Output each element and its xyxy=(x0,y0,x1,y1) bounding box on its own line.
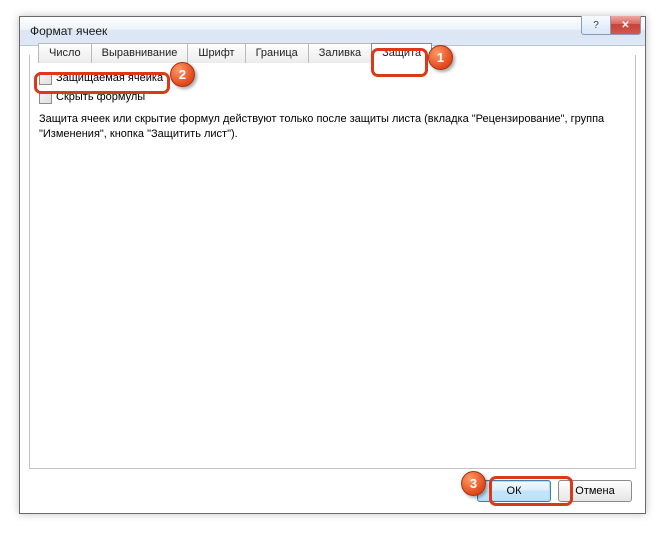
tab-border[interactable]: Граница xyxy=(245,43,309,63)
tabstrip: Число Выравнивание Шрифт Граница Заливка… xyxy=(38,43,431,63)
dialog-window: Формат ячеек ? ✕ Число Выравнивание Шриф… xyxy=(19,16,646,514)
help-icon: ? xyxy=(593,20,599,31)
tab-font[interactable]: Шрифт xyxy=(187,43,245,63)
protection-description: Защита ячеек или скрытие формул действую… xyxy=(39,112,609,142)
tab-label: Заливка xyxy=(319,47,361,59)
hidden-checkbox[interactable] xyxy=(39,91,52,104)
hidden-label: Скрыть формулы xyxy=(56,91,145,103)
close-icon: ✕ xyxy=(621,20,629,31)
window-controls: ? ✕ xyxy=(581,16,641,35)
tab-label: Защита xyxy=(382,47,421,59)
hide-formulas-row[interactable]: Скрыть формулы xyxy=(39,88,626,106)
tab-label: Граница xyxy=(256,47,298,59)
cancel-label: Отмена xyxy=(575,485,614,497)
client-area: Число Выравнивание Шрифт Граница Заливка… xyxy=(20,46,645,513)
ok-button[interactable]: ОК xyxy=(477,480,551,502)
cancel-button[interactable]: Отмена xyxy=(558,480,632,502)
locked-cell-row[interactable]: Защищаемая ячейка xyxy=(39,69,626,87)
locked-checkbox[interactable] xyxy=(39,72,52,85)
dialog-title: Формат ячеек xyxy=(20,24,107,38)
tab-panel: Число Выравнивание Шрифт Граница Заливка… xyxy=(29,55,636,469)
tab-fill[interactable]: Заливка xyxy=(308,43,372,63)
tab-content-protection: Защищаемая ячейка Скрыть формулы Защита … xyxy=(39,69,626,459)
tab-number[interactable]: Число xyxy=(38,43,92,63)
tab-label: Выравнивание xyxy=(102,47,178,59)
dialog-footer: ОК Отмена xyxy=(477,480,632,502)
ok-label: ОК xyxy=(507,485,522,497)
help-button[interactable]: ? xyxy=(581,16,611,35)
tab-protection[interactable]: Защита xyxy=(371,43,432,63)
locked-label: Защищаемая ячейка xyxy=(56,72,163,84)
tab-label: Шрифт xyxy=(198,47,234,59)
titlebar[interactable]: Формат ячеек ? ✕ xyxy=(20,17,645,46)
close-button[interactable]: ✕ xyxy=(611,16,641,35)
tab-alignment[interactable]: Выравнивание xyxy=(91,43,189,63)
tab-label: Число xyxy=(49,47,81,59)
